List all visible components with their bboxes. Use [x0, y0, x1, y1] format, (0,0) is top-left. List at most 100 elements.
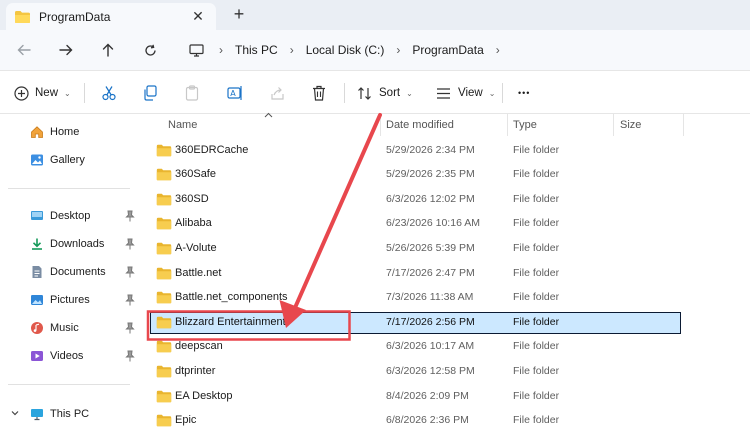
sidebar-item-label: Documents [50, 266, 106, 278]
sidebar-item-home[interactable]: Home [30, 122, 142, 142]
table-row[interactable]: Battle.net 7/17/2026 2:47 PM File folder [146, 262, 746, 287]
desktop-icon [31, 211, 43, 220]
folder-icon [156, 414, 172, 427]
table-row[interactable]: 360Safe 5/29/2026 2:35 PM File folder [146, 163, 746, 188]
folder-icon [156, 168, 172, 181]
file-type: File folder [513, 143, 560, 156]
table-row[interactable]: deepscan 6/3/2026 10:17 AM File folder [146, 335, 746, 360]
file-date-modified: 5/29/2026 2:34 PM [386, 143, 475, 156]
toolbar-divider [84, 83, 85, 103]
up-arrow-icon[interactable] [98, 40, 118, 60]
table-row[interactable]: Epic 6/8/2026 2:36 PM File folder [146, 409, 746, 434]
column-header-type[interactable]: Type [513, 114, 537, 136]
sidebar-item-label: Music [50, 322, 79, 334]
pin-icon[interactable] [125, 210, 135, 222]
table-row[interactable]: Alibaba 6/23/2026 10:16 AM File folder [146, 212, 746, 237]
table-row[interactable]: A-Volute 5/26/2026 5:39 PM File folder [146, 237, 746, 262]
table-row[interactable]: Blizzard Entertainment 7/17/2026 2:56 PM F… [146, 311, 746, 336]
back-arrow-icon[interactable] [14, 40, 34, 60]
pin-icon[interactable] [125, 238, 135, 250]
sidebar-item-this-pc[interactable]: This PC [30, 404, 142, 424]
column-divider[interactable] [507, 114, 508, 136]
documents-icon [32, 266, 42, 278]
sidebar-item-label: Pictures [50, 294, 90, 306]
chevron-right-icon[interactable]: › [281, 43, 303, 57]
file-date-modified: 8/4/2026 2:09 PM [386, 389, 469, 402]
file-date-modified: 7/17/2026 2:56 PM [386, 315, 475, 328]
sidebar-item-label: Home [50, 126, 80, 138]
tab-programdata[interactable]: ProgramData ✕ [6, 3, 216, 30]
sort-button[interactable]: Sort ⌄ [357, 82, 413, 104]
column-divider[interactable] [683, 114, 684, 136]
new-button[interactable]: New ⌄ [14, 82, 71, 104]
trash-icon [313, 85, 325, 101]
file-name: dtprinter [175, 364, 216, 377]
folder-icon [156, 390, 172, 402]
music-icon [31, 322, 43, 334]
cut-button[interactable] [101, 82, 117, 104]
table-row[interactable]: Battle.net_components 7/3/2026 11:38 AM Fi… [146, 286, 746, 311]
copy-button[interactable] [143, 82, 158, 104]
file-name: 360EDRCache [175, 143, 249, 156]
breadcrumb-this-pc[interactable]: This PC [232, 43, 281, 57]
toolbar-divider [344, 83, 345, 103]
pin-icon[interactable] [125, 294, 135, 306]
videos-icon [31, 351, 43, 361]
computer-icon[interactable] [186, 40, 206, 60]
table-row[interactable]: 360EDRCache 5/29/2026 2:34 PM File folder [146, 139, 746, 164]
file-name: A-Volute [175, 241, 217, 254]
rename-button[interactable]: A [227, 82, 243, 104]
tab-title: ProgramData [39, 9, 111, 24]
column-divider[interactable] [613, 114, 614, 136]
forward-arrow-icon[interactable] [56, 40, 76, 60]
share-button[interactable] [270, 82, 285, 104]
table-row[interactable]: dtprinter 6/3/2026 12:58 PM File folder [146, 360, 746, 385]
close-tab-icon[interactable]: ✕ [190, 8, 206, 24]
file-list: Name Date modified Type Size 360EDRCache… [146, 112, 750, 434]
file-type: File folder [513, 315, 560, 328]
pin-icon[interactable] [125, 350, 135, 362]
file-name: Alibaba [175, 217, 212, 230]
column-header-date[interactable]: Date modified [386, 114, 454, 136]
breadcrumb: › This PC › Local Disk (C:) › ProgramDat… [210, 40, 509, 60]
view-button-label: View [458, 87, 483, 99]
pin-icon[interactable] [125, 322, 135, 334]
file-type: File folder [513, 168, 560, 181]
breadcrumb-programdata[interactable]: ProgramData [409, 43, 486, 57]
folder-icon [156, 218, 172, 230]
rename-icon: A [227, 86, 242, 100]
chevron-right-icon[interactable]: › [210, 43, 232, 57]
table-row[interactable]: 360SD 6/3/2026 12:02 PM File folder [146, 188, 746, 213]
chevron-down-icon[interactable] [10, 408, 20, 418]
svg-text:A: A [230, 89, 236, 98]
chevron-right-icon[interactable]: › [387, 43, 409, 57]
file-date-modified: 6/3/2026 10:17 AM [386, 340, 475, 353]
paste-button[interactable] [185, 82, 199, 104]
computer-icon [31, 409, 43, 421]
table-row[interactable]: EA Desktop 8/4/2026 2:09 PM File folder [146, 385, 746, 410]
chevron-right-icon[interactable]: › [487, 43, 509, 57]
folder-icon [156, 291, 172, 304]
file-name: Battle.net_components [175, 291, 288, 304]
more-options-icon[interactable]: ••• [518, 82, 530, 104]
column-header-size[interactable]: Size [620, 114, 641, 136]
new-tab-button[interactable]: + [230, 5, 248, 23]
refresh-icon[interactable] [140, 40, 160, 60]
view-button[interactable]: View ⌄ [436, 82, 495, 104]
delete-button[interactable] [312, 82, 326, 104]
column-header-name[interactable]: Name [168, 114, 197, 136]
column-divider[interactable] [380, 114, 381, 136]
sidebar-item-gallery[interactable]: Gallery [30, 150, 142, 170]
file-date-modified: 6/8/2026 2:36 PM [386, 414, 469, 427]
new-button-label: New [35, 87, 59, 99]
paste-icon [185, 85, 199, 101]
file-date-modified: 5/29/2026 2:35 PM [386, 168, 475, 181]
plus-circle-icon [14, 85, 29, 101]
breadcrumb-local-disk[interactable]: Local Disk (C:) [303, 43, 388, 57]
home-icon [31, 126, 43, 138]
pin-icon[interactable] [125, 266, 135, 278]
copy-icon [144, 85, 157, 101]
file-name: Battle.net [175, 266, 222, 279]
sort-ascending-icon [264, 110, 273, 120]
file-type: File folder [513, 241, 560, 254]
